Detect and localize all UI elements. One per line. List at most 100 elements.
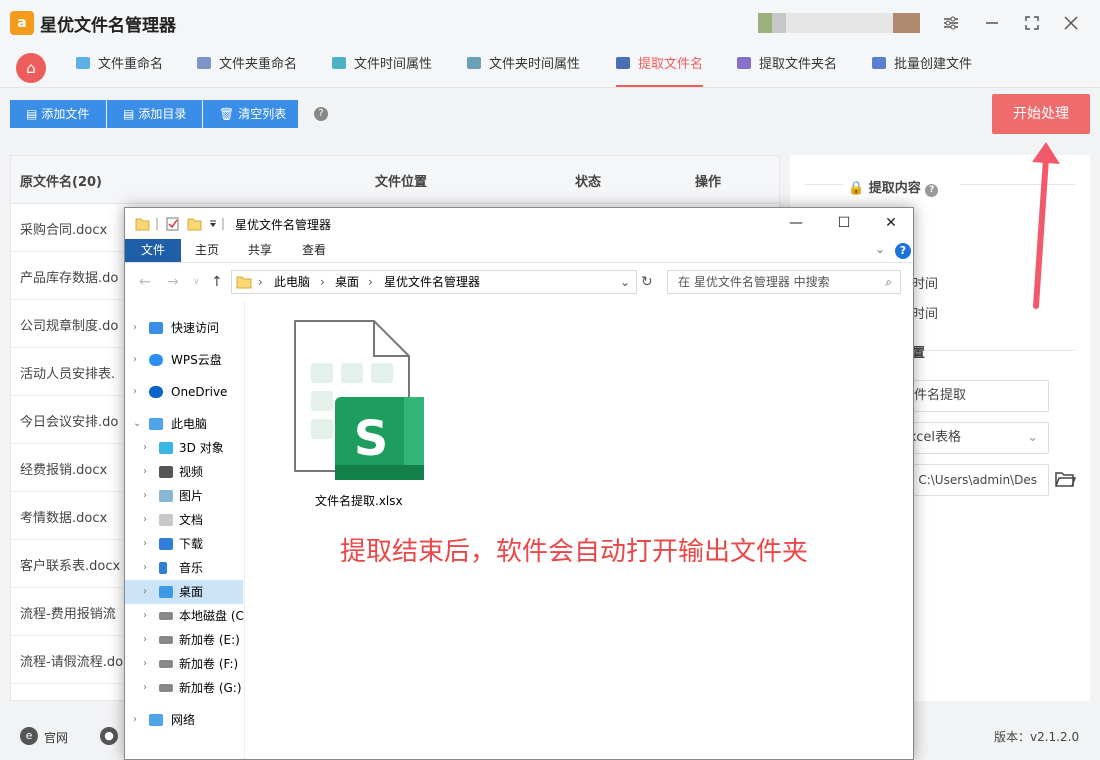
breadcrumb-app-folder[interactable]: 星优文件名管理器 [384,271,480,293]
explorer-minimize-icon[interactable]: — [781,212,811,234]
col-action-header: 操作 [695,175,722,190]
annotation-text: 提取结束后，软件会自动打开输出文件夹 [340,537,809,567]
tab-extract-filename[interactable]: 提取文件名 [616,46,704,87]
file-time-icon [332,57,346,69]
address-bar-row: ← → ∨ ↑ › 此电脑 › 桌面 › 星优文件名管理器 ⌄ ↻ 在 星优文件… [125,263,913,301]
option-time-1[interactable]: 时间 [912,273,938,292]
ribbon-tab-view[interactable]: 查看 [287,239,341,262]
nav-onedrive[interactable]: › OneDrive [125,380,243,404]
option-time-2[interactable]: 时间 [912,303,938,322]
sheet-badge: S [354,411,389,467]
computer-icon [149,418,163,430]
help-icon[interactable]: ? [314,107,328,121]
recent-chevron-icon[interactable]: ∨ [193,277,200,287]
ribbon-tab-file[interactable]: 文件 [125,239,181,262]
address-dropdown-icon[interactable]: ⌄ [620,271,630,293]
folder-time-icon [467,57,481,69]
nav-pictures[interactable]: › 图片 [125,484,243,508]
extract-content-title: 🔒 提取内容 ? [848,177,939,197]
ribbon-tab-share[interactable]: 共享 [233,239,287,262]
file-content-area: S 文件名提取.xlsx 提取结束后，软件会自动打开输出文件夹 [245,301,913,759]
start-processing-button[interactable]: 开始处理 [992,94,1090,134]
cloud-icon [149,354,163,366]
help-icon[interactable]: ? [925,184,939,197]
nav-quick-access[interactable]: › 快速访问 [125,316,243,340]
quick-access-toolbar-icon[interactable] [135,216,225,232]
close-icon[interactable] [1058,10,1084,36]
tab-file-rename[interactable]: 文件重命名 [76,46,163,87]
spreadsheet-file-icon[interactable]: S [289,315,424,480]
version-label: 版本：v2.1.2.0 [994,730,1080,744]
network-icon [149,714,163,726]
chat-icon[interactable]: ● [100,727,118,745]
chevron-down-icon: ⌄ [1027,430,1038,445]
music-icon [159,562,167,574]
nav-wps-cloud[interactable]: › WPS云盘 [125,348,243,372]
toolbar: ▤ 添加文件 ▤ 添加目录 🗑 清空列表 ? [0,88,1100,144]
nav-documents[interactable]: › 文档 [125,508,243,532]
home-icon[interactable]: ⌂ [16,53,46,83]
extract-foldername-icon [737,57,751,69]
nav-downloads[interactable]: › 下载 [125,532,243,556]
ribbon-tab-home[interactable]: 主页 [181,239,233,262]
add-file-button[interactable]: ▤ 添加文件 [10,100,106,128]
nav-volume-e[interactable]: › 新加卷 (E:) [125,628,243,652]
picture-icon [159,490,173,502]
download-icon [159,538,173,550]
minimize-icon[interactable] [979,10,1005,36]
user-account[interactable] [758,13,920,33]
folder-icon [236,276,252,289]
nav-3d-objects[interactable]: › 3D 对象 [125,436,243,460]
file-explorer-window: 星优文件名管理器 — ☐ ✕ 文件 主页 共享 查看 ⌄ ? ← → ∨ ↑ ›… [124,207,914,760]
arrow-annotation [1032,142,1060,309]
add-folder-button[interactable]: ▤ 添加目录 [107,100,202,128]
tab-folder-time[interactable]: 文件夹时间属性 [467,46,580,87]
refresh-icon[interactable]: ↻ [641,274,653,290]
breadcrumb-desktop[interactable]: 桌面 [335,271,359,293]
tab-file-time[interactable]: 文件时间属性 [332,46,432,87]
explorer-title: 星优文件名管理器 [235,218,332,232]
breadcrumb-this-pc[interactable]: 此电脑 [274,271,310,293]
nav-network[interactable]: › 网络 [125,708,243,732]
col-status-header: 状态 [575,175,602,190]
batch-create-icon [872,57,886,69]
official-site-link[interactable]: 官网 [44,729,68,746]
file-name-label[interactable]: 文件名提取.xlsx [315,492,403,509]
app-logo: a [10,11,34,35]
explorer-maximize-icon[interactable]: ☐ [829,212,859,234]
help-icon[interactable]: ? [895,243,911,259]
extract-filename-icon [616,57,630,69]
divider [925,350,1075,351]
nav-local-disk-c[interactable]: › 本地磁盘 (C [125,604,244,628]
nav-music[interactable]: › 音乐 [125,556,243,580]
maximize-icon[interactable] [1019,10,1045,36]
website-icon[interactable]: e [20,727,38,745]
col-name-header: 原文件名(20) [20,175,102,190]
document-icon [159,514,173,526]
up-icon[interactable]: ↑ [211,274,223,290]
drive-icon [159,636,173,644]
tab-extract-foldername[interactable]: 提取文件夹名 [737,46,837,87]
clear-list-button[interactable]: 🗑 清空列表 [203,100,298,128]
address-bar[interactable]: › 此电脑 › 桌面 › 星优文件名管理器 ⌄ [231,270,637,294]
nav-volume-g[interactable]: › 新加卷 (G:) [125,676,243,700]
tab-folder-rename[interactable]: 文件夹重命名 [197,46,297,87]
ribbon-expand-icon[interactable]: ⌄ [875,242,885,256]
nav-videos[interactable]: › 视频 [125,460,243,484]
navigation-pane: › 快速访问 › WPS云盘 › OneDrive ⌄ 此电脑 › 3D 对象 › 视频 ›… [125,301,245,759]
back-icon[interactable]: ← [139,274,151,290]
nav-volume-f[interactable]: › 新加卷 (F:) [125,652,243,676]
settings-icon[interactable] [938,10,964,36]
nav-desktop[interactable]: › 桌面 [125,580,243,604]
title-bar: a 星优文件名管理器 [0,0,1100,46]
tab-batch-create[interactable]: 批量创建文件 [872,46,972,87]
folder-rename-icon [197,57,211,69]
search-input[interactable]: 在 星优文件名管理器 中搜索 ⌕ [667,270,901,294]
forward-icon[interactable]: → [167,274,179,290]
drive-icon [159,612,173,620]
browse-folder-icon[interactable] [1054,469,1077,489]
explorer-close-icon[interactable]: ✕ [876,212,906,234]
divider [805,184,843,185]
desktop-icon [159,586,173,598]
nav-this-pc[interactable]: ⌄ 此电脑 [125,412,243,436]
